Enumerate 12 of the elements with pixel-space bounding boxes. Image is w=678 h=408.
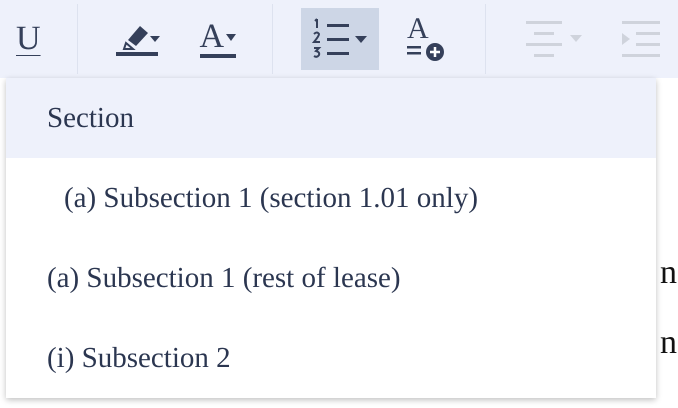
- menu-item[interactable]: (a) Subsection 1 (section 1.01 only): [6, 158, 656, 238]
- document-text: n: [660, 254, 677, 292]
- menu-item[interactable]: (i) Subsection 2: [6, 318, 656, 398]
- menu-item[interactable]: (a) Subsection 1 (rest of lease): [6, 238, 656, 318]
- caret-icon: [226, 34, 236, 40]
- menu-item[interactable]: Section: [6, 78, 656, 158]
- addstyle-button[interactable]: A: [399, 8, 458, 70]
- underline-button[interactable]: U: [14, 8, 49, 70]
- textcolor-button[interactable]: A: [192, 8, 244, 70]
- numbered-button[interactable]: [301, 8, 380, 70]
- document-text: n: [660, 324, 677, 362]
- indent-icon: [620, 19, 660, 59]
